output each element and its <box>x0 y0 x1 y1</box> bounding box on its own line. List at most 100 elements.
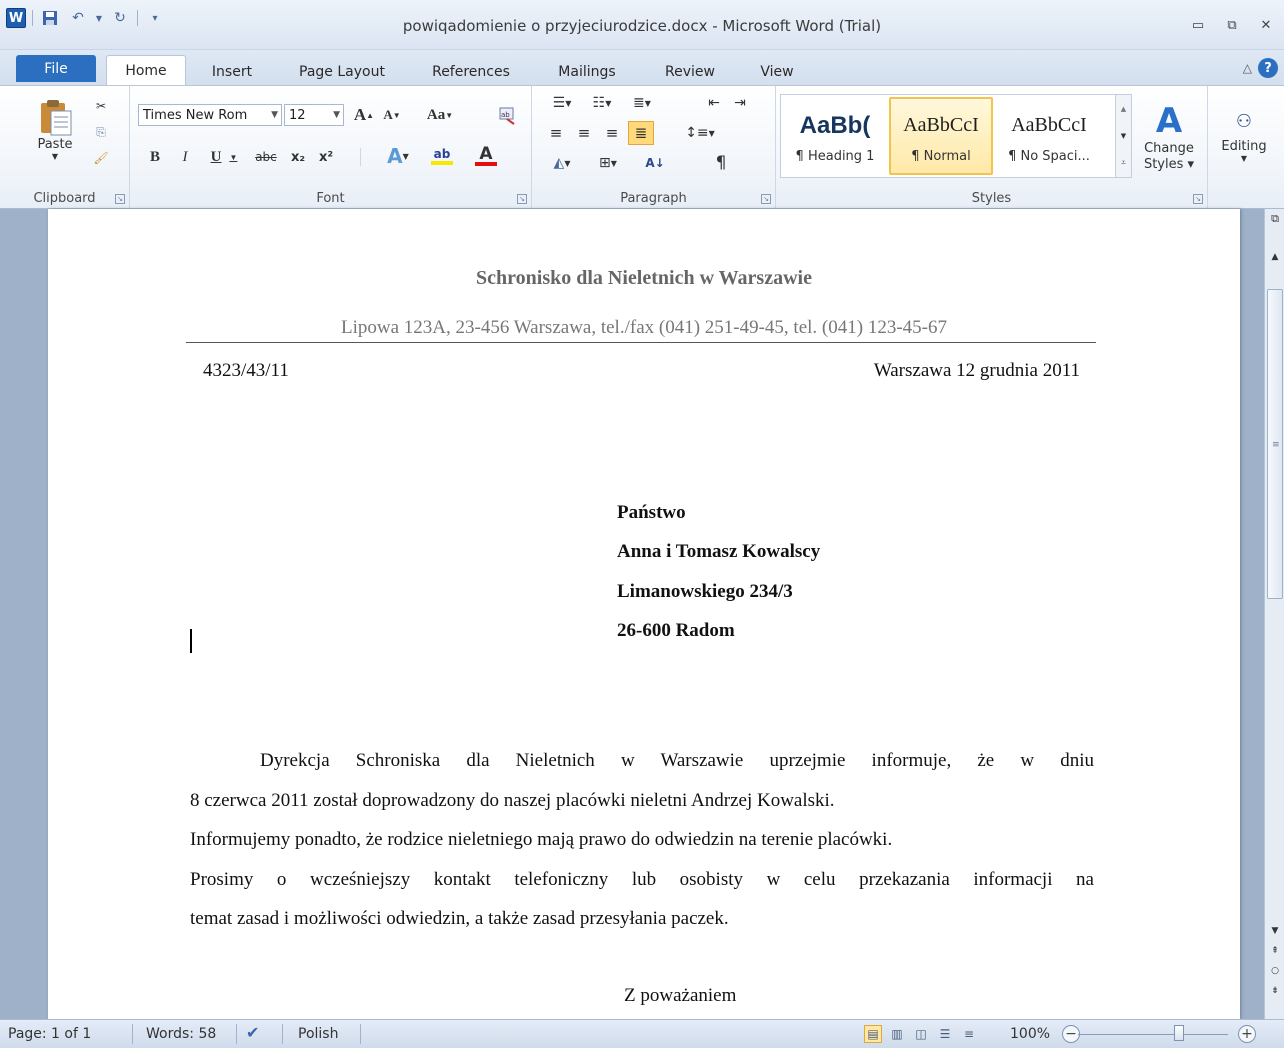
status-separator <box>132 1024 133 1044</box>
editing-group: ⚇ Editing ▼ <box>1210 86 1278 208</box>
show-formatting-marks-icon[interactable]: ¶ <box>708 152 734 174</box>
recipient-city: 26-600 Radom <box>617 620 735 641</box>
editing-label: Editing <box>1221 139 1267 154</box>
change-case-button[interactable]: Aa ▼ <box>420 104 460 126</box>
style-no-spacing[interactable]: AaBbCcI ¶ No Spaci... <box>997 97 1101 175</box>
clear-formatting-icon[interactable]: ab <box>494 102 520 128</box>
paste-button[interactable]: Paste ▼ <box>26 94 84 164</box>
superscript-button[interactable]: x² <box>314 146 338 168</box>
language[interactable]: Polish <box>298 1026 338 1042</box>
outline-view-icon[interactable]: ☰ <box>936 1025 954 1043</box>
chevron-down-icon: ▼ <box>51 152 59 161</box>
font-color-button[interactable]: A <box>466 144 506 168</box>
tab-review[interactable]: Review <box>650 58 730 86</box>
document-page[interactable]: Schronisko dla Nieletnich w Warszawie Li… <box>48 209 1240 1019</box>
align-center-icon[interactable]: ≡ <box>572 122 596 144</box>
tab-page-layout[interactable]: Page Layout <box>282 58 402 86</box>
font-name-box[interactable]: Times New Rom ▼ <box>138 104 282 126</box>
gallery-scroll: ▲ ▼ ⩡ <box>1115 95 1131 177</box>
gallery-down-icon[interactable]: ▼ <box>1116 122 1131 149</box>
tab-mailings[interactable]: Mailings <box>542 58 632 86</box>
tab-references[interactable]: References <box>416 58 526 86</box>
editing-button[interactable]: ⚇ Editing ▼ <box>1214 92 1274 176</box>
title-bar: W ↶ ▼ ↻ ▾ powiqadomienie o przyjeciurodz… <box>0 0 1284 50</box>
borders-icon[interactable]: ⊞ ▼ <box>588 152 628 174</box>
shading-icon[interactable]: ◭ ▼ <box>544 152 580 174</box>
justify-icon[interactable]: ≣ <box>628 121 654 145</box>
style-preview: AaBb( <box>799 111 871 139</box>
print-layout-view-icon[interactable]: ▤ <box>864 1025 882 1043</box>
underline-button[interactable]: U ▼ <box>204 146 244 168</box>
line-spacing-icon[interactable]: ↕≡ ▼ <box>682 122 718 144</box>
grow-font-button[interactable]: A ▲ <box>352 104 376 126</box>
gallery-more-icon[interactable]: ⩡ <box>1116 149 1131 176</box>
tab-insert[interactable]: Insert <box>196 58 268 86</box>
vertical-scrollbar[interactable]: ⧉ ▲ ≡ ▼ ⇞ ○ ⇟ <box>1264 209 1284 1019</box>
decrease-indent-icon[interactable]: ⇤ <box>702 92 726 114</box>
change-styles-button[interactable]: A Change Styles ▾ <box>1136 92 1202 182</box>
window-title: powiqadomienie o przyjeciurodzice.docx -… <box>402 17 882 35</box>
minimize-ribbon-icon[interactable]: △ <box>1243 61 1252 75</box>
style-name: ¶ Normal <box>911 148 971 164</box>
style-normal[interactable]: AaBbCcI ¶ Normal <box>889 97 993 175</box>
cut-icon[interactable]: ✂ <box>90 96 112 116</box>
align-left-icon[interactable]: ≡ <box>544 122 568 144</box>
close-icon[interactable]: ✕ <box>1256 16 1276 34</box>
bold-button[interactable]: B <box>144 146 166 168</box>
dialog-launcher-icon[interactable]: ↘ <box>517 194 527 204</box>
paragraph-group: ☰ ▼ ☷ ▼ ≣ ▼ ⇤ ⇥ ≡ ≡ ≡ ≣ ↕≡ ▼ ◭ ▼ ⊞ ▼ A↓ ¶ Para… <box>532 86 776 208</box>
sort-icon[interactable]: A↓ <box>642 152 668 174</box>
word-count[interactable]: Words: 58 <box>146 1026 216 1042</box>
numbering-icon[interactable]: ☷ ▼ <box>584 92 620 114</box>
scroll-thumb[interactable]: ≡ <box>1267 289 1283 599</box>
tab-file[interactable]: File <box>16 55 96 82</box>
dialog-launcher-icon[interactable]: ↘ <box>1193 194 1203 204</box>
full-screen-reading-icon[interactable]: ▥ <box>888 1025 906 1043</box>
highlight-color-button[interactable]: ab <box>422 144 462 168</box>
chevron-down-icon[interactable]: ▼ <box>333 110 340 120</box>
binoculars-icon: ⚇ <box>1235 111 1253 132</box>
next-page-icon[interactable]: ⇟ <box>1267 983 1283 999</box>
change-styles-icon: A <box>1155 101 1183 141</box>
subscript-button[interactable]: x₂ <box>286 146 310 168</box>
dialog-launcher-icon[interactable]: ↘ <box>761 194 771 204</box>
help-icon[interactable]: ? <box>1258 58 1278 78</box>
browse-object-icon[interactable]: ○ <box>1267 963 1283 979</box>
copy-icon[interactable]: ⎘ <box>90 122 112 142</box>
web-layout-icon[interactable]: ◫ <box>912 1025 930 1043</box>
scroll-down-icon[interactable]: ▼ <box>1267 923 1283 939</box>
view-ruler-icon[interactable]: ⧉ <box>1267 211 1283 227</box>
zoom-in-icon[interactable]: + <box>1238 1025 1256 1043</box>
scroll-up-icon[interactable]: ▲ <box>1267 249 1283 265</box>
tab-view[interactable]: View <box>746 58 808 86</box>
proofing-icon[interactable]: ✔ <box>246 1023 259 1042</box>
style-heading-1[interactable]: AaBb( ¶ Heading 1 <box>783 97 887 175</box>
format-painter-icon[interactable]: 🖌 <box>90 148 112 168</box>
italic-button[interactable]: I <box>174 146 196 168</box>
restore-icon[interactable]: ⧉ <box>1222 16 1242 34</box>
text-effects-button[interactable]: A ▼ <box>380 144 416 168</box>
letterhead-address: Lipowa 123A, 23-456 Warszawa, tel./fax (… <box>341 317 947 338</box>
minimize-icon[interactable]: ▭ <box>1188 16 1208 34</box>
highlighter-icon: ab <box>433 147 451 161</box>
previous-page-icon[interactable]: ⇞ <box>1267 943 1283 959</box>
zoom-slider[interactable] <box>1078 1034 1228 1035</box>
bullets-icon[interactable]: ☰ ▼ <box>544 92 580 114</box>
draft-view-icon[interactable]: ≡ <box>960 1025 978 1043</box>
font-size-box[interactable]: 12 ▼ <box>284 104 344 126</box>
increase-indent-icon[interactable]: ⇥ <box>728 92 752 114</box>
tab-home[interactable]: Home <box>106 55 186 86</box>
chevron-down-icon[interactable]: ▼ <box>271 110 278 120</box>
zoom-level[interactable]: 100% <box>1010 1026 1050 1042</box>
dialog-launcher-icon[interactable]: ↘ <box>115 194 125 204</box>
clipboard-group: Paste ▼ ✂ ⎘ 🖌 Clipboard ↘ <box>0 86 130 208</box>
align-right-icon[interactable]: ≡ <box>600 122 624 144</box>
zoom-slider-knob[interactable] <box>1174 1025 1184 1041</box>
status-separator <box>360 1024 361 1044</box>
gallery-up-icon[interactable]: ▲ <box>1116 95 1131 122</box>
multilevel-list-icon[interactable]: ≣ ▼ <box>624 92 660 114</box>
strikethrough-button[interactable]: abc <box>250 146 282 168</box>
shrink-font-button[interactable]: A ▼ <box>380 104 404 126</box>
page-count[interactable]: Page: 1 of 1 <box>8 1026 91 1042</box>
body-line: 8 czerwca 2011 został doprowadzony do na… <box>190 790 835 811</box>
